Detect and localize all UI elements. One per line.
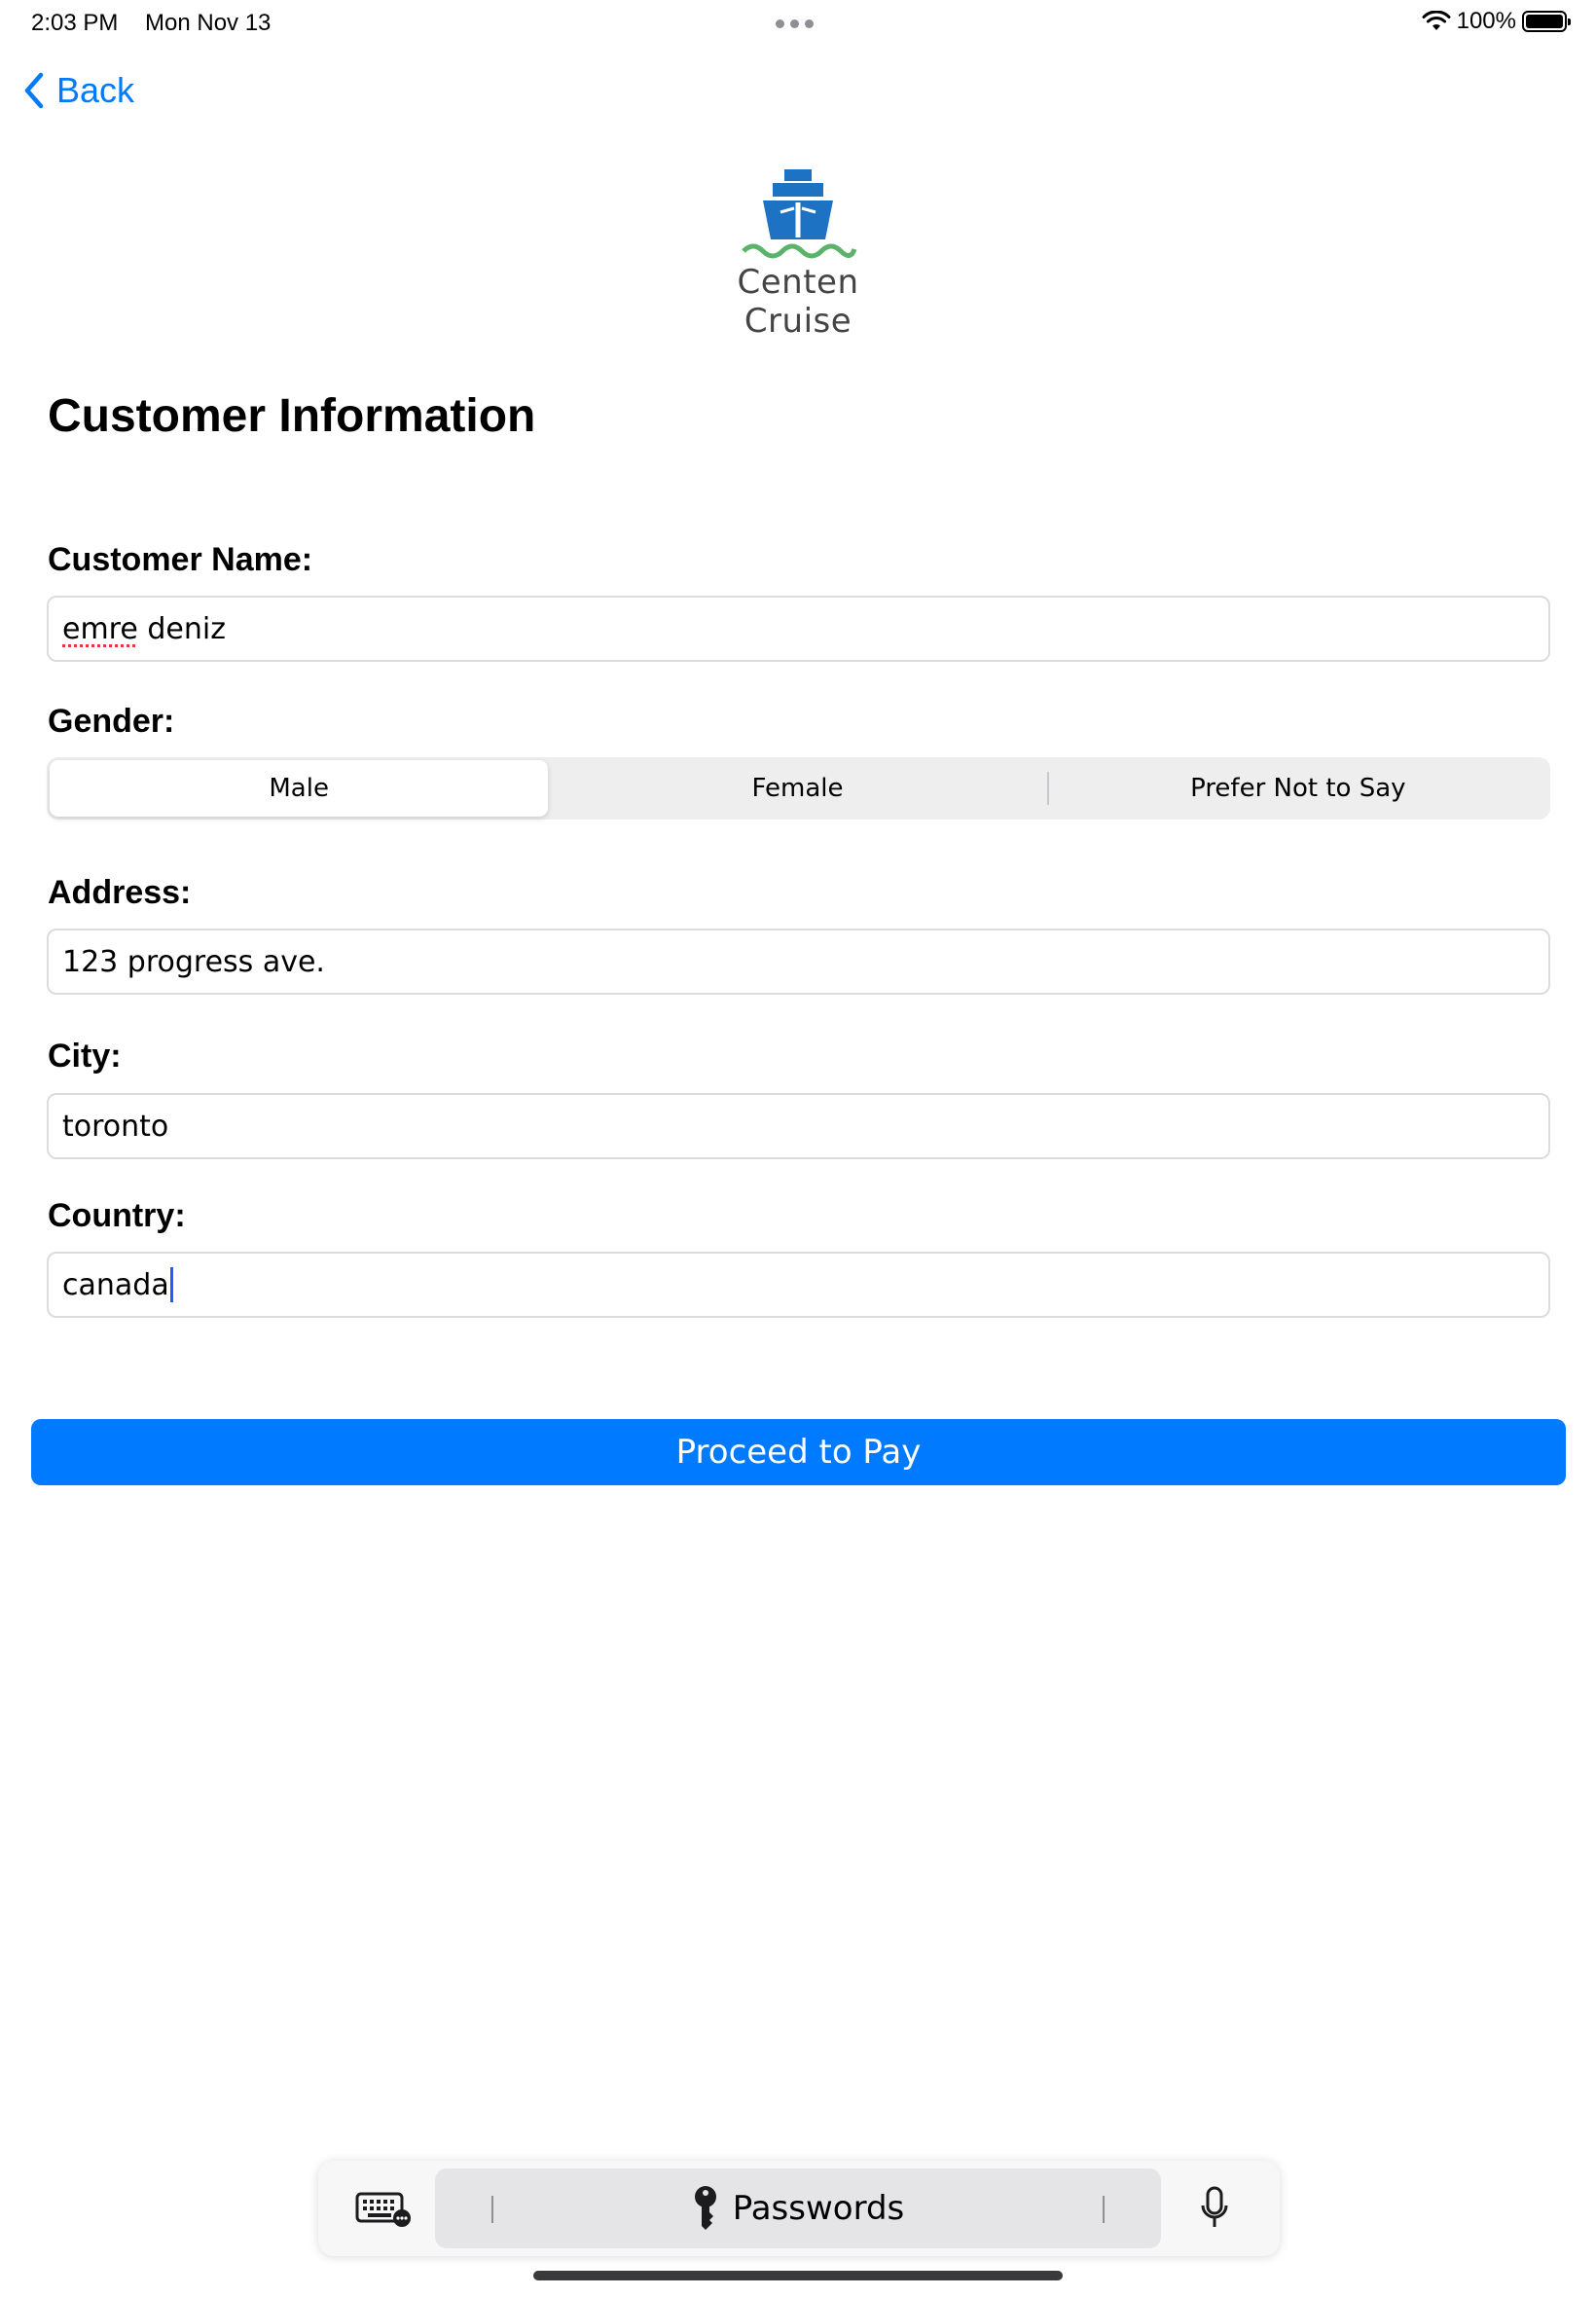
- keyboard-shortcut-bar: Passwords: [318, 2161, 1280, 2256]
- text-caret: [169, 1267, 173, 1302]
- wifi-icon: [1422, 11, 1451, 30]
- country-label: Country:: [48, 1197, 186, 1234]
- status-time: 2:03 PM: [31, 10, 119, 36]
- brand-logo: Centen Cruise: [681, 164, 915, 341]
- key-icon: [694, 2186, 716, 2230]
- misspelled-word: emre: [62, 611, 138, 646]
- keyboard-icon[interactable]: [355, 2192, 412, 2227]
- proceed-to-pay-button[interactable]: Proceed to Pay: [31, 1419, 1566, 1485]
- country-field[interactable]: canada: [47, 1252, 1550, 1318]
- city-field[interactable]: toronto: [47, 1093, 1550, 1159]
- country-value: canada: [62, 1267, 169, 1302]
- back-label: Back: [56, 70, 135, 110]
- passwords-label: Passwords: [732, 2189, 905, 2228]
- gender-option-female[interactable]: Female: [548, 760, 1046, 817]
- pill-separator: [1103, 2196, 1105, 2223]
- gender-option-male[interactable]: Male: [50, 760, 549, 817]
- battery-percent: 100%: [1456, 8, 1516, 34]
- battery-icon: [1522, 11, 1571, 32]
- address-field[interactable]: 123 progress ave.: [47, 929, 1550, 995]
- ship-icon: [742, 169, 857, 259]
- city-value: toronto: [62, 1109, 169, 1144]
- status-date: Mon Nov 13: [145, 10, 272, 36]
- pill-separator: [491, 2196, 493, 2223]
- customer-name-value: deniz: [137, 611, 226, 646]
- customer-name-label: Customer Name:: [48, 541, 313, 578]
- gender-option-prefer-not-to-say[interactable]: Prefer Not to Say: [1049, 760, 1547, 817]
- back-button[interactable]: Back: [23, 70, 134, 111]
- city-label: City:: [48, 1038, 122, 1075]
- chevron-left-icon: [24, 72, 44, 109]
- microphone-icon[interactable]: [1200, 2186, 1229, 2231]
- gender-segmented-control[interactable]: Male Female Prefer Not to Say: [47, 757, 1550, 820]
- gender-label: Gender:: [48, 703, 175, 740]
- passwords-button[interactable]: Passwords: [435, 2169, 1161, 2248]
- status-bar: 2:03 PM Mon Nov 13 100%: [0, 0, 1596, 47]
- status-right: 100%: [1422, 8, 1571, 35]
- brand-name: Centen Cruise: [737, 263, 859, 341]
- address-value: 123 progress ave.: [62, 944, 325, 979]
- address-label: Address:: [48, 874, 192, 911]
- page-title: Customer Information: [48, 390, 536, 442]
- customer-name-field[interactable]: emre deniz: [47, 596, 1550, 662]
- home-indicator[interactable]: [533, 2271, 1063, 2280]
- multitasking-dots-icon[interactable]: [776, 19, 814, 28]
